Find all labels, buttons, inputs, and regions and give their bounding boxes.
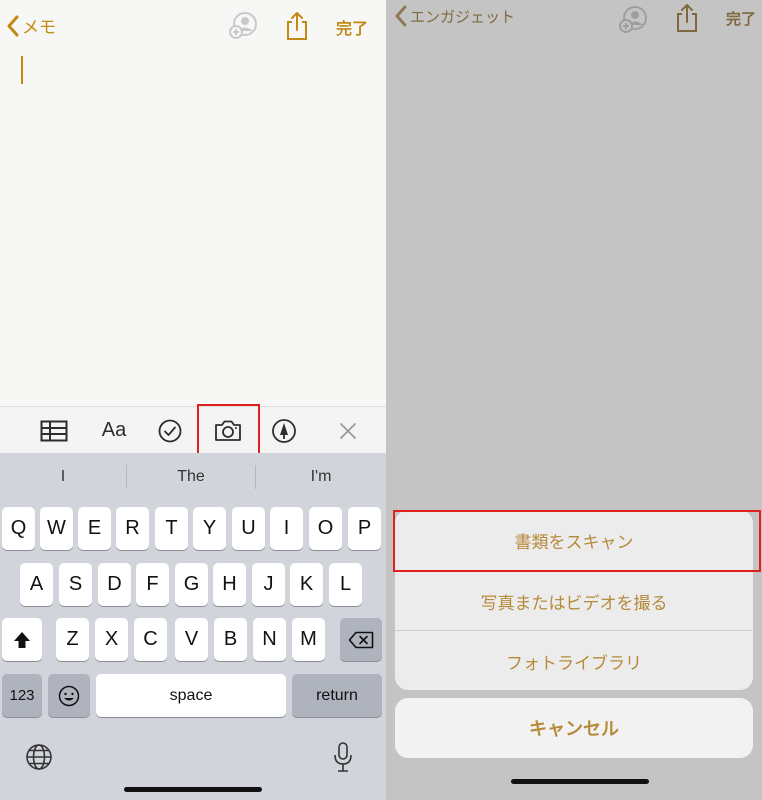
- space-key[interactable]: space: [96, 674, 286, 717]
- key-d[interactable]: D: [98, 563, 131, 606]
- back-button[interactable]: エンガジェット: [394, 5, 515, 27]
- return-key[interactable]: return: [292, 674, 382, 717]
- shift-arrow-icon: [14, 631, 30, 648]
- key-p[interactable]: P: [348, 507, 381, 550]
- key-u[interactable]: U: [232, 507, 265, 550]
- camera-action-sheet-screen: エンガジェット 完了 書類をスキャン 写真またはビデオを撮る フォトライブラリ …: [386, 0, 762, 800]
- format-toolbar: Aa: [0, 406, 386, 453]
- key-f[interactable]: F: [136, 563, 169, 606]
- emoji-face-icon: [58, 685, 80, 706]
- done-button[interactable]: 完了: [726, 8, 756, 29]
- key-y[interactable]: Y: [193, 507, 226, 550]
- home-indicator: [511, 779, 649, 784]
- table-icon: [40, 420, 68, 441]
- keyboard: I The I'm Q W E R T Y U I O P A S D F G …: [0, 453, 386, 800]
- key-t[interactable]: T: [155, 507, 188, 550]
- key-c[interactable]: C: [134, 618, 167, 661]
- delete-key[interactable]: [340, 618, 382, 661]
- key-k[interactable]: K: [290, 563, 323, 606]
- nav-bar: メモ 完了: [0, 0, 386, 52]
- back-button[interactable]: メモ: [6, 13, 56, 38]
- microphone-icon[interactable]: [332, 741, 354, 773]
- close-toolbar-button[interactable]: [326, 407, 370, 454]
- pen-tip-icon: [272, 418, 296, 443]
- format-button[interactable]: Aa: [92, 407, 136, 454]
- shift-key[interactable]: [2, 618, 42, 661]
- globe-icon[interactable]: [25, 743, 53, 771]
- nav-bar: エンガジェット 完了: [386, 0, 762, 52]
- key-h[interactable]: H: [213, 563, 246, 606]
- notes-editor-screen: メモ 完了 Aa I The I'm Q W E R T Y U I O P A…: [0, 0, 386, 800]
- emoji-key[interactable]: [48, 674, 90, 717]
- key-r[interactable]: R: [116, 507, 149, 550]
- suggestion-item[interactable]: The: [127, 453, 255, 501]
- numbers-key[interactable]: 123: [2, 674, 42, 717]
- key-n[interactable]: N: [253, 618, 286, 661]
- back-label: メモ: [22, 18, 56, 38]
- table-button[interactable]: [32, 407, 76, 454]
- scan-documents-option[interactable]: 書類をスキャン: [395, 510, 753, 570]
- key-m[interactable]: M: [292, 618, 325, 661]
- key-o[interactable]: O: [309, 507, 342, 550]
- photo-library-option[interactable]: フォトライブラリ: [395, 631, 753, 690]
- key-q[interactable]: Q: [2, 507, 35, 550]
- key-w[interactable]: W: [40, 507, 73, 550]
- back-label: エンガジェット: [410, 7, 516, 26]
- home-indicator: [124, 787, 262, 792]
- key-l[interactable]: L: [329, 563, 362, 606]
- share-icon[interactable]: [284, 11, 310, 41]
- text-cursor: [21, 56, 23, 84]
- key-v[interactable]: V: [175, 618, 208, 661]
- key-e[interactable]: E: [78, 507, 111, 550]
- key-x[interactable]: X: [95, 618, 128, 661]
- markup-button[interactable]: [262, 407, 306, 454]
- key-i[interactable]: I: [270, 507, 303, 550]
- add-person-icon[interactable]: [618, 4, 648, 34]
- cancel-button[interactable]: キャンセル: [395, 698, 753, 758]
- chevron-left-icon: [7, 15, 19, 36]
- key-a[interactable]: A: [20, 563, 53, 606]
- camera-icon: [215, 420, 241, 441]
- key-z[interactable]: Z: [56, 618, 89, 661]
- action-sheet: 書類をスキャン 写真またはビデオを撮る フォトライブラリ: [395, 510, 753, 690]
- add-person-icon[interactable]: [228, 10, 258, 40]
- close-icon: [340, 422, 356, 439]
- suggestion-item[interactable]: I'm: [256, 453, 386, 501]
- done-button[interactable]: 完了: [336, 15, 368, 39]
- suggestion-item[interactable]: I: [0, 453, 126, 501]
- key-s[interactable]: S: [59, 563, 92, 606]
- key-b[interactable]: B: [214, 618, 247, 661]
- camera-button[interactable]: [204, 407, 252, 454]
- suggestion-bar: I The I'm: [0, 453, 386, 501]
- checkmark-circle-icon: [158, 419, 182, 442]
- key-g[interactable]: G: [175, 563, 208, 606]
- chevron-left-icon: [395, 5, 407, 27]
- checklist-button[interactable]: [148, 407, 192, 454]
- take-photo-video-option[interactable]: 写真またはビデオを撮る: [395, 571, 753, 631]
- backspace-icon: [348, 631, 374, 648]
- share-icon[interactable]: [674, 3, 700, 33]
- key-j[interactable]: J: [252, 563, 285, 606]
